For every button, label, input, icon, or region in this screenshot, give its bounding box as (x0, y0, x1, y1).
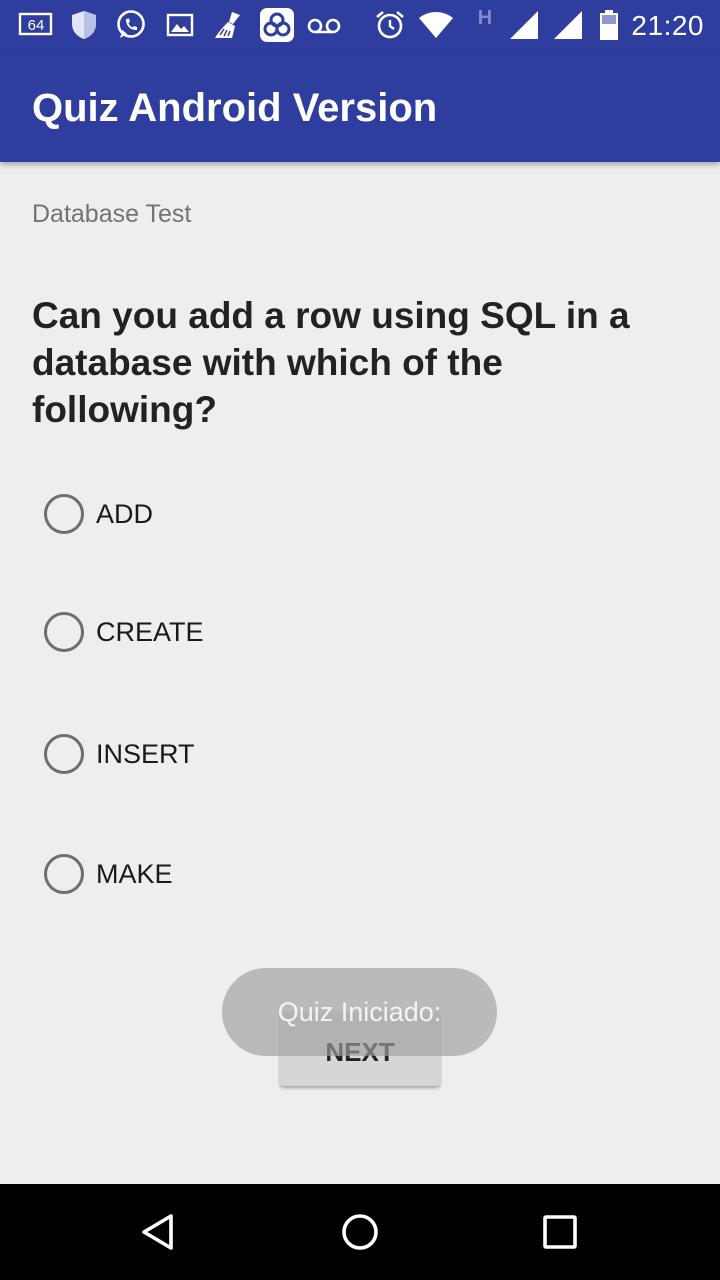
toast-text: Quiz Iniciado: (277, 997, 442, 1027)
option-label[interactable]: MAKE (96, 857, 173, 891)
navigation-bar (0, 1184, 720, 1280)
quiz-subtitle: Database Test (32, 200, 192, 228)
recents-icon[interactable] (538, 1210, 582, 1254)
whatsapp-icon (115, 9, 147, 41)
question-text: Can you add a row using SQL in a databas… (32, 295, 630, 430)
broom-icon (212, 9, 244, 41)
home-icon[interactable] (338, 1210, 382, 1254)
toast-message: Quiz Iniciado: (222, 968, 497, 1056)
badge-64-icon: 64 (18, 9, 54, 41)
app-tile-icon (259, 7, 295, 43)
option-make[interactable]: MAKE (42, 849, 442, 897)
signal-icon (508, 9, 540, 41)
back-icon[interactable] (138, 1210, 182, 1254)
radio-button-unselected[interactable] (44, 734, 84, 774)
wifi-icon (418, 9, 454, 41)
battery-icon (596, 9, 622, 41)
option-label[interactable]: CREATE (96, 615, 204, 649)
image-icon (164, 9, 196, 41)
radio-button-unselected[interactable] (44, 494, 84, 534)
status-bar: 64 H 21:20 (0, 0, 720, 50)
option-insert[interactable]: INSERT (42, 729, 442, 777)
option-add[interactable]: ADD (42, 489, 442, 537)
shield-icon (68, 9, 100, 41)
radio-button-unselected[interactable] (44, 612, 84, 652)
alarm-icon (374, 9, 406, 41)
network-type-text: H (478, 7, 492, 29)
status-time: 21:20 (631, 10, 704, 41)
option-create[interactable]: CREATE (42, 607, 442, 655)
option-label[interactable]: ADD (96, 497, 153, 531)
radio-button-unselected[interactable] (44, 854, 84, 894)
h-network-icon: H (472, 4, 498, 30)
app-title: Quiz Android Version (32, 86, 438, 130)
voicemail-icon (306, 9, 342, 41)
signal-icon (552, 9, 584, 41)
option-label[interactable]: INSERT (96, 737, 195, 771)
badge-64-text: 64 (28, 17, 45, 34)
app-bar: Quiz Android Version (0, 50, 720, 162)
